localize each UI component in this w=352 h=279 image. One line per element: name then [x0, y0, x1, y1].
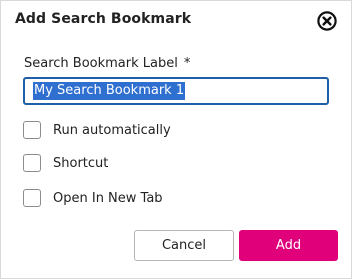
bookmark-label-text: Search Bookmark Label	[24, 56, 178, 71]
close-circle-icon	[316, 10, 338, 32]
bookmark-label-field-label: Search Bookmark Label *	[24, 56, 190, 71]
required-marker: *	[183, 56, 191, 71]
open-in-new-tab-option[interactable]: Open In New Tab	[23, 187, 163, 209]
shortcut-checkbox[interactable]	[23, 154, 41, 172]
close-button[interactable]	[316, 10, 338, 32]
open-in-new-tab-checkbox[interactable]	[23, 189, 41, 207]
add-button[interactable]: Add	[239, 230, 338, 261]
cancel-button[interactable]: Cancel	[134, 230, 234, 261]
run-automatically-checkbox[interactable]	[23, 121, 41, 139]
dialog-title: Add Search Bookmark	[15, 11, 192, 27]
bookmark-label-input-value: My Search Bookmark 1	[33, 82, 186, 100]
run-automatically-option[interactable]: Run automatically	[23, 119, 171, 141]
run-automatically-label: Run automatically	[53, 122, 171, 138]
shortcut-option[interactable]: Shortcut	[23, 152, 108, 174]
bookmark-label-input[interactable]: My Search Bookmark 1	[23, 77, 329, 105]
add-search-bookmark-dialog: Add Search Bookmark Search Bookmark Labe…	[0, 0, 352, 279]
shortcut-label: Shortcut	[53, 155, 109, 171]
open-in-new-tab-label: Open In New Tab	[53, 190, 163, 206]
